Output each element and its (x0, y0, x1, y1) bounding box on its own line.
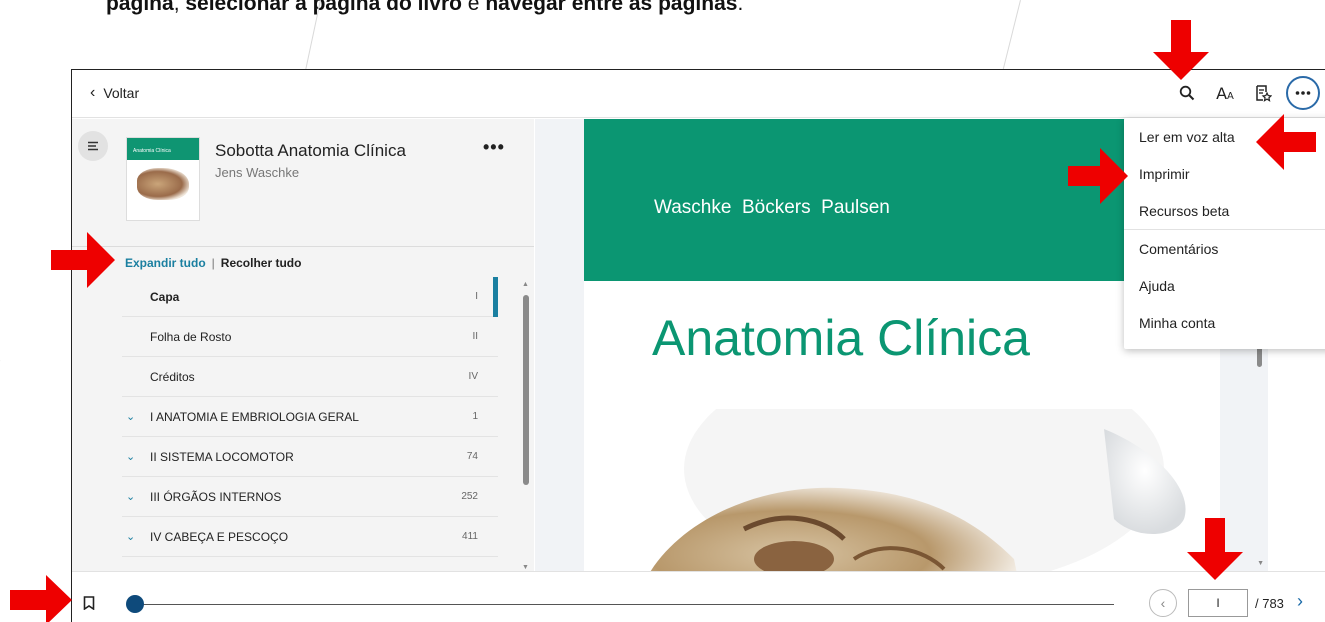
menu-lines-icon (88, 141, 98, 151)
bottom-navigation-bar: ‹ / 783 › (72, 571, 1325, 622)
toc-item-label: Capa (150, 289, 180, 304)
chevron-down-icon[interactable]: ⌄ (126, 530, 135, 543)
text-size-button[interactable]: AA (1206, 74, 1244, 112)
toc-item-page: 1 (472, 411, 478, 422)
menu-item-my-account[interactable]: Minha conta (1124, 304, 1325, 341)
active-indicator (493, 277, 498, 317)
chevron-left-icon: ‹ (1160, 595, 1166, 611)
page-progress-slider[interactable] (126, 595, 1114, 613)
toc-item-page: 74 (466, 451, 478, 462)
book-author: Jens Waschke (215, 165, 300, 180)
chevron-left-icon: ‹ (90, 84, 96, 101)
page-book-title: Anatomia Clínica (652, 310, 1030, 366)
toc-item-label: Créditos (150, 369, 195, 384)
bookmark-button[interactable] (83, 596, 95, 615)
scroll-up-arrow-icon[interactable]: ▲ (522, 281, 529, 288)
expand-all-link[interactable]: Expandir tudo (125, 256, 206, 270)
cover-title: Anatomia Clínica (133, 148, 171, 154)
toc-item[interactable]: ⌄ I ANATOMIA E EMBRIOLOGIA GERAL 1 (122, 397, 498, 437)
expand-separator: | (211, 256, 215, 270)
bookmark-icon (83, 596, 95, 611)
toc-item-label: I ANATOMIA E EMBRIOLOGIA GERAL (150, 409, 359, 424)
toc-item[interactable]: ⌄ III ÓRGÃOS INTERNOS 252 (122, 477, 498, 517)
caption-bold-mid: selecionar a página do livro (185, 0, 462, 15)
toc-item-label: IV CABEÇA E PESCOÇO (150, 529, 289, 544)
text-size-icon: AA (1216, 83, 1234, 103)
toc-item[interactable]: ⌄ II SISTEMA LOCOMOTOR 74 (122, 437, 498, 477)
book-more-button[interactable]: ••• (483, 137, 505, 158)
caption-bold-start: página (106, 0, 174, 15)
sidebar-scrollbar[interactable]: ▲ ▼ (522, 281, 530, 571)
red-arrow-right-bookmark-icon (10, 575, 72, 622)
more-options-icon (1295, 91, 1311, 95)
more-options-button[interactable] (1286, 76, 1320, 110)
caption-bold-end: navegar entre as páginas (485, 0, 738, 15)
toc-toggle-button[interactable] (78, 131, 108, 161)
caption-text-2: e (461, 0, 486, 15)
expand-collapse-controls: Expandir tudo | Recolher tudo (125, 256, 301, 270)
skull-illustration (650, 409, 1186, 571)
caption-text-1: , (173, 0, 186, 15)
red-arrow-down-search-icon (1153, 20, 1209, 80)
toc-item-label: III ÓRGÃOS INTERNOS (150, 489, 282, 504)
collapse-all-link[interactable]: Recolher tudo (221, 256, 302, 270)
red-arrow-right-print-icon (1068, 148, 1128, 204)
page-authors: Waschke Böckers Paulsen (654, 197, 890, 218)
previous-page-button[interactable]: ‹ (1149, 589, 1177, 617)
search-icon (1179, 85, 1195, 101)
red-arrow-left-read-aloud-icon (1256, 114, 1316, 170)
toc-item-label: II SISTEMA LOCOMOTOR (150, 449, 294, 464)
slider-knob[interactable] (126, 595, 144, 613)
toc-item-page: I (475, 291, 478, 302)
toc-list: Capa I Folha de Rosto II Créditos IV ⌄ I ANATOM… (122, 277, 498, 557)
page-number-input[interactable] (1188, 589, 1248, 617)
toc-item-page: II (472, 331, 478, 342)
toc-item-label: Folha de Rosto (150, 329, 232, 344)
toc-item[interactable]: Folha de Rosto II (122, 317, 498, 357)
document-caption: página, selecionar a página do livro e n… (106, 0, 743, 16)
bookmark-list-icon (1256, 85, 1272, 102)
decorative-line-right (1002, 0, 1021, 71)
table-of-contents-sidebar: Anatomia Clínica Sobotta Anatomia Clínic… (72, 119, 534, 571)
page-total: / 783 (1255, 596, 1284, 611)
next-page-button[interactable]: › (1297, 591, 1303, 612)
menu-item-help[interactable]: Ajuda (1124, 267, 1325, 304)
menu-item-feedback[interactable]: Comentários (1124, 230, 1325, 267)
chevron-down-icon[interactable]: ⌄ (126, 490, 135, 503)
toc-item-page: IV (468, 371, 478, 382)
toc-item[interactable]: ⌄ IV CABEÇA E PESCOÇO 411 (122, 517, 498, 557)
toc-item[interactable]: Capa I (122, 277, 498, 317)
red-arrow-right-expand-icon (51, 232, 115, 288)
chevron-down-icon[interactable]: ⌄ (126, 450, 135, 463)
bookmark-list-button[interactable] (1244, 74, 1282, 112)
book-cover-thumbnail: Anatomia Clínica (126, 137, 200, 221)
toc-item-page: 252 (461, 491, 478, 502)
cover-skull-illustration (137, 168, 189, 200)
book-title: Sobotta Anatomia Clínica (215, 141, 406, 160)
scrollbar-thumb[interactable] (523, 295, 529, 485)
sidebar-divider (72, 246, 534, 247)
toc-item[interactable]: Créditos IV (122, 357, 498, 397)
red-arrow-down-page-input-icon (1187, 518, 1243, 580)
back-label: Voltar (103, 85, 140, 101)
caption-text-3: . (737, 0, 744, 15)
top-toolbar: ‹ Voltar AA (72, 70, 1325, 118)
viewer-scroll-down-icon[interactable]: ▼ (1257, 560, 1264, 567)
scroll-down-arrow-icon[interactable]: ▼ (522, 564, 529, 571)
menu-item-beta-features[interactable]: Recursos beta (1124, 192, 1325, 229)
chevron-down-icon[interactable]: ⌄ (126, 410, 135, 423)
toc-item-page: 411 (462, 531, 478, 542)
back-button[interactable]: ‹ Voltar (90, 84, 140, 102)
